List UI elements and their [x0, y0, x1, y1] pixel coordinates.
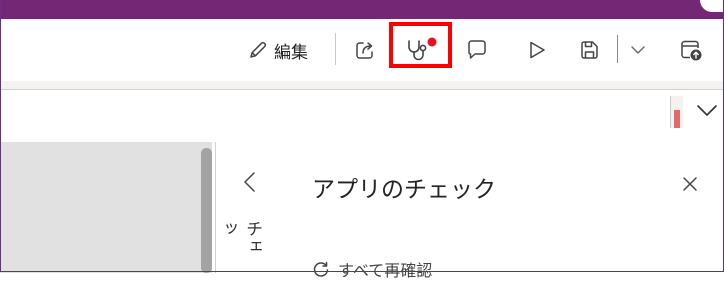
- window-frame: [0, 0, 724, 272]
